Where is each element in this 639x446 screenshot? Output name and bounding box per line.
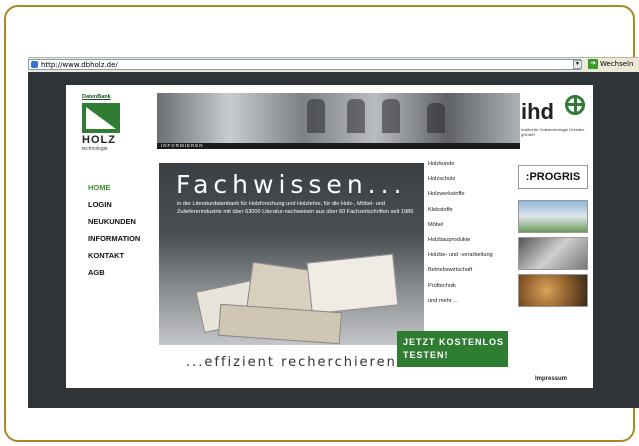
hero-magazines-image: Fachwissen... in der Literaturdatenbank … [159, 163, 424, 345]
nav-kontakt[interactable]: KONTAKT [88, 247, 140, 264]
topic-link[interactable]: Holzbauprodukte [428, 233, 493, 248]
header-photo-banner [157, 93, 520, 143]
topic-link[interactable]: Klebstoffe [428, 203, 493, 218]
cta-line-2: TESTEN! [403, 350, 449, 360]
nav-login[interactable]: LOGIN [88, 196, 140, 213]
topic-link[interactable]: Holzwerkstoffe [428, 187, 493, 202]
partner-thumb-teddy[interactable] [518, 274, 588, 307]
go-button-label[interactable]: Wechseln [600, 58, 633, 70]
impressum-link[interactable]: Impressum [535, 375, 567, 383]
ie-page-icon [31, 61, 38, 68]
main-nav: HOME LOGIN NEUKUNDEN INFORMATION KONTAKT… [88, 179, 140, 281]
url-field[interactable]: http://www.dbholz.de/ [28, 59, 581, 70]
tagline: ...effizient recherchieren [186, 355, 397, 370]
nav-neukunden[interactable]: NEUKUNDEN [88, 213, 140, 230]
topic-links: Holzkunde Holzschutz Holzwerkstoffe Kleb… [428, 157, 493, 309]
address-dropdown-icon[interactable]: ▼ [573, 60, 582, 69]
hero-description: in der Literaturdatenbank für Holzforsch… [177, 201, 414, 215]
logo-holz-text: HOLZ [82, 134, 116, 146]
topic-link[interactable]: Möbel [428, 218, 493, 233]
topic-link[interactable]: Holzbe- und -verarbeitung [428, 248, 493, 263]
partner-thumb-building[interactable] [518, 200, 588, 233]
ihd-name: ihd [521, 99, 554, 124]
topic-link[interactable]: Betriebswirtschaft [428, 263, 493, 278]
go-arrow-icon[interactable]: ➜ [588, 59, 598, 69]
logo-datenbank-text: DatenBank [82, 94, 111, 100]
cta-line-1: JETZT KOSTENLOS [403, 337, 505, 347]
topic-link[interactable]: Holzkunde [428, 157, 493, 172]
datenbank-holz-logo[interactable]: DatenBank HOLZ technologie [82, 93, 120, 152]
topic-link[interactable]: Prüftechnik [428, 279, 493, 294]
banner-strip: INFORMIEREN [157, 143, 520, 149]
topic-link[interactable]: und mehr ... [428, 294, 493, 309]
url-text: http://www.dbholz.de/ [41, 61, 118, 69]
progris-logo[interactable]: :PROGRIS [518, 165, 588, 189]
web-page: DatenBank HOLZ technologie INFORMIEREN i… [66, 85, 593, 388]
ihd-cross-icon [565, 95, 585, 115]
ihd-subtitle: Institut für Holztechnologie Dresden gGm… [521, 127, 585, 137]
free-trial-button[interactable]: JETZT KOSTENLOS TESTEN! [397, 331, 508, 367]
logo-emblem-icon [82, 103, 120, 133]
partner-thumb-award[interactable] [518, 237, 588, 270]
nav-information[interactable]: INFORMATION [88, 230, 140, 247]
logo-technologie-text: technologie [82, 146, 108, 152]
nav-agb[interactable]: AGB [88, 264, 140, 281]
topic-link[interactable]: Holzschutz [428, 172, 493, 187]
address-bar: http://www.dbholz.de/ ▼ ➜ Wechseln [28, 57, 639, 73]
ihd-logo[interactable]: ihd Institut für Holztechnologie Dresden… [521, 93, 593, 149]
nav-home[interactable]: HOME [88, 179, 140, 196]
hero-title: Fachwissen... [176, 170, 407, 199]
